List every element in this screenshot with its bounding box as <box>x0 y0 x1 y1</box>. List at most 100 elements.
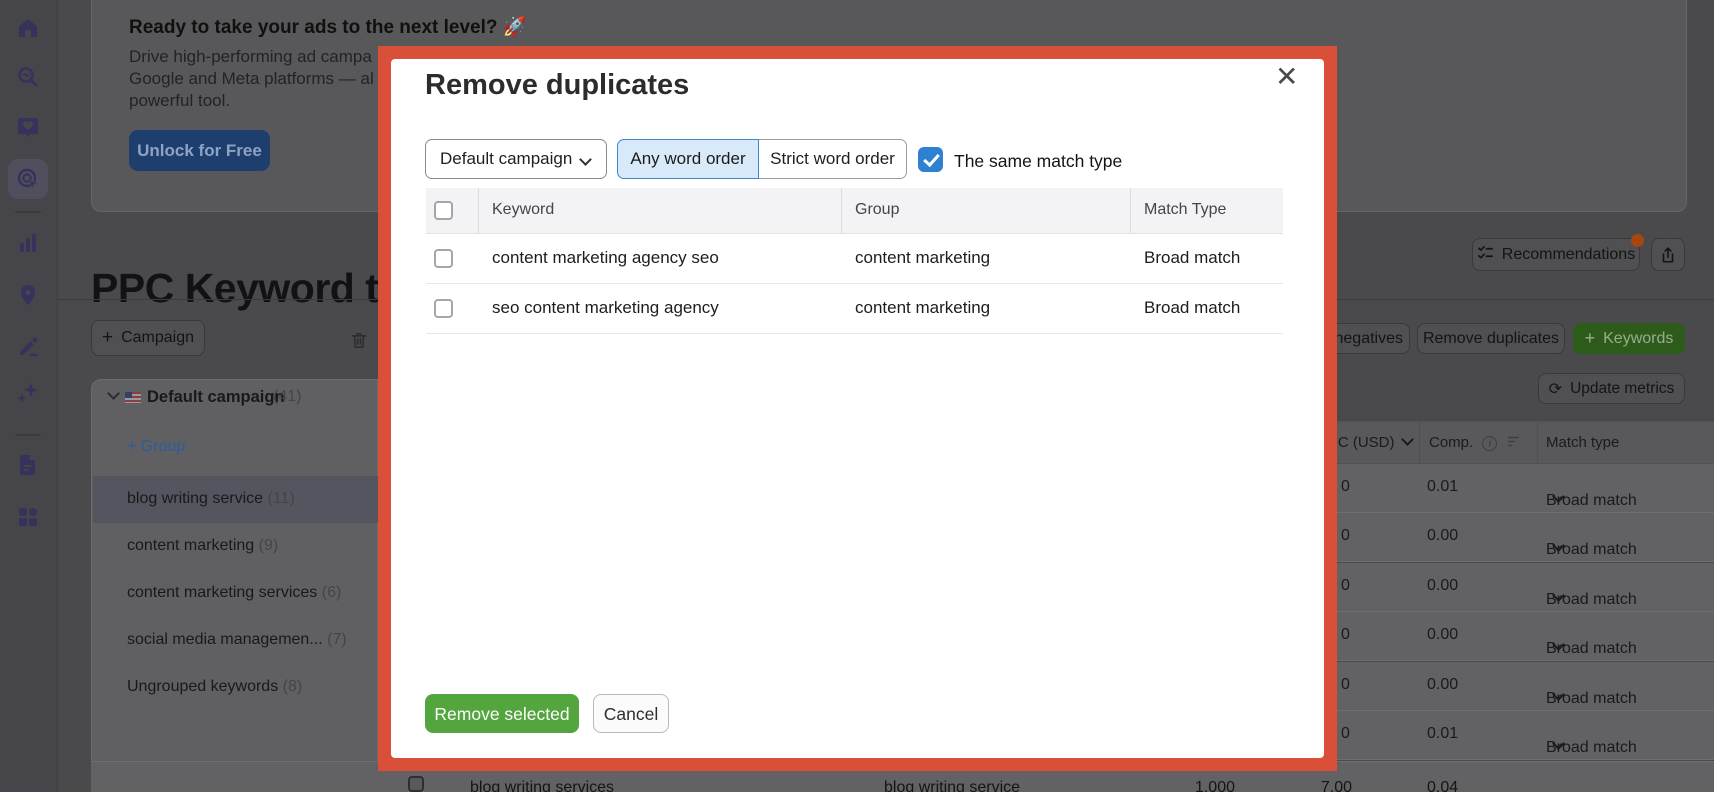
promo-banner-line: powerful tool. <box>129 91 231 110</box>
comp-value: 0.01 <box>1427 478 1459 495</box>
remove-duplicates-button[interactable]: Remove duplicates <box>1417 323 1565 354</box>
cpc-value: 0 <box>1341 577 1350 594</box>
column-divider <box>1419 422 1420 463</box>
cancel-button[interactable]: Cancel <box>593 694 669 733</box>
group-name: social media managemen... <box>127 631 323 648</box>
campaign-name[interactable]: Default campaign <box>147 388 285 407</box>
group-name: blog writing service <box>127 490 264 507</box>
group-count: (8) <box>282 678 303 695</box>
add-group-button[interactable]: + Group <box>127 438 185 456</box>
keyword-cell: seo content marketing agency <box>492 298 719 317</box>
remove-duplicates-modal-frame: Remove duplicates ✕ Default campaign Any… <box>378 46 1337 771</box>
row-checkbox[interactable] <box>408 776 424 792</box>
group-cell: content marketing <box>855 298 991 317</box>
plus-icon: + <box>1584 328 1596 348</box>
remove-duplicates-label: Remove duplicates <box>1422 329 1560 347</box>
same-match-type-checkbox[interactable] <box>918 147 943 172</box>
sort-chevron-icon <box>1400 433 1414 446</box>
report-document-icon[interactable] <box>16 453 40 477</box>
recommendations-checklist-icon <box>1477 244 1494 266</box>
export-icon <box>1662 246 1674 263</box>
group-item-ungrouped-keywords[interactable]: Ungrouped keywords (8) <box>127 678 302 696</box>
home-icon[interactable] <box>16 16 40 40</box>
select-all-checkbox[interactable] <box>434 201 453 220</box>
cpc-cell: 7.00 <box>1320 779 1352 792</box>
modal-title: Remove duplicates <box>425 69 690 101</box>
add-keywords-label: Keywords <box>1603 329 1674 347</box>
promo-banner-line: Drive high-performing ad campa <box>129 47 372 66</box>
info-icon: i <box>1482 436 1498 451</box>
us-flag-icon <box>125 392 141 403</box>
sidebar-divider <box>15 434 41 436</box>
add-campaign-button[interactable]: + Campaign <box>91 320 205 356</box>
column-divider <box>841 188 842 233</box>
keyword-cell: content marketing agency seo <box>492 248 719 267</box>
comp-column-header[interactable]: Comp. i <box>1429 434 1520 451</box>
plus-icon: + <box>127 438 137 455</box>
unlock-for-free-button[interactable]: Unlock for Free <box>129 130 270 171</box>
group-count: (6) <box>321 584 342 601</box>
group-cell: blog writing service <box>884 779 1021 792</box>
feedback-heart-icon[interactable] <box>16 115 40 139</box>
ppc-tool-icon[interactable] <box>16 167 40 191</box>
sort-bars-icon <box>1507 436 1519 447</box>
export-button[interactable] <box>1651 238 1685 271</box>
edit-pencil-icon[interactable] <box>16 335 40 359</box>
cpc-value: 0 <box>1341 478 1350 495</box>
keyword-research-icon[interactable] <box>16 65 40 89</box>
keyword-column-header: Keyword <box>492 201 555 218</box>
chevron-down-icon[interactable] <box>101 387 120 406</box>
add-campaign-label: Campaign <box>121 329 195 346</box>
trash-icon[interactable] <box>349 330 369 355</box>
group-column-header: Group <box>855 201 900 218</box>
ai-sparkles-icon[interactable] <box>16 381 40 405</box>
cpc-value: 0 <box>1341 725 1350 742</box>
match-type-cell: Broad match <box>1144 248 1241 267</box>
column-divider <box>1130 188 1131 233</box>
close-icon[interactable]: ✕ <box>1275 61 1298 93</box>
remove-selected-button[interactable]: Remove selected <box>425 694 579 733</box>
group-cell: content marketing <box>855 248 991 267</box>
update-metrics-button[interactable]: ⟳ Update metrics <box>1538 373 1685 404</box>
analytics-bars-icon[interactable] <box>16 231 40 255</box>
sidebar-divider <box>15 211 41 213</box>
group-name: Ungrouped keywords <box>127 678 279 695</box>
group-item-content-marketing[interactable]: content marketing (9) <box>127 537 278 555</box>
sidebar <box>0 0 58 792</box>
app-window: Ready to take your ads to the next level… <box>0 0 1714 792</box>
cpc-value: 0 <box>1341 626 1350 643</box>
refresh-icon: ⟳ <box>1548 380 1563 398</box>
group-count: (9) <box>258 537 279 554</box>
group-name: content marketing <box>127 537 255 554</box>
cpc-value: 0 <box>1341 527 1350 544</box>
match-type-cell: Broad match <box>1144 298 1241 317</box>
map-pin-icon[interactable] <box>16 283 40 307</box>
notification-dot <box>1631 234 1644 247</box>
group-count: (11) <box>267 490 295 507</box>
add-keywords-button[interactable]: + Keywords <box>1573 323 1685 354</box>
remove-duplicates-modal: Remove duplicates ✕ Default campaign Any… <box>391 59 1324 758</box>
campaign-select[interactable]: Default campaign <box>425 139 607 179</box>
campaign-count: (41) <box>273 388 302 405</box>
row-checkbox[interactable] <box>434 299 453 318</box>
recommendations-button[interactable]: Recommendations <box>1472 234 1644 271</box>
campaign-panel: Default campaign (41) + Group blog writi… <box>91 379 378 768</box>
comp-value: 0.00 <box>1427 577 1459 594</box>
add-group-label: Group <box>140 438 186 455</box>
group-item-content-marketing-services[interactable]: content marketing services (6) <box>127 584 341 602</box>
word-order-any-toggle[interactable]: Any word order <box>617 139 759 179</box>
group-item-social-media-management[interactable]: social media managemen... (7) <box>127 631 347 649</box>
apps-grid-icon[interactable] <box>16 505 40 529</box>
volume-cell: 1,000 <box>1194 779 1235 792</box>
recommendations-label: Recommendations <box>1501 245 1636 263</box>
update-metrics-label: Update metrics <box>1570 379 1675 397</box>
comp-value: 0.00 <box>1427 626 1459 643</box>
word-order-strict-toggle[interactable]: Strict word order <box>759 139 907 179</box>
duplicate-row: seo content marketing agency content mar… <box>426 284 1283 334</box>
comp-cell: 0.04 <box>1427 779 1459 792</box>
duplicate-row: content marketing agency seo content mar… <box>426 234 1283 284</box>
group-item-blog-writing-service[interactable]: blog writing service (11) <box>127 490 295 508</box>
column-divider <box>1537 422 1538 463</box>
row-checkbox[interactable] <box>434 249 453 268</box>
comp-value: 0.00 <box>1427 676 1459 693</box>
